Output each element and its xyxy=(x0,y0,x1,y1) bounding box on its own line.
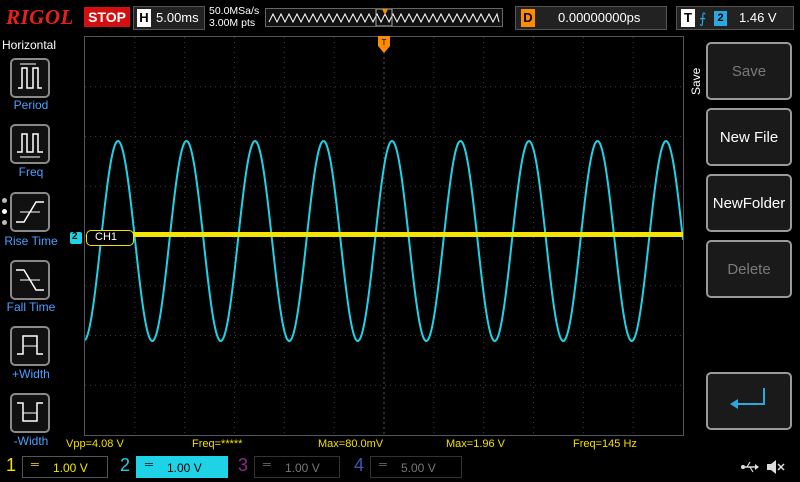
ch3-scale-box[interactable]: ═ 1.00 V xyxy=(254,456,340,478)
page-dot-2 xyxy=(2,209,7,214)
ch3-number[interactable]: 3 xyxy=(238,455,248,476)
negative-width-button[interactable] xyxy=(10,393,50,433)
fall-time-label: Fall Time xyxy=(6,300,56,314)
trigger-position-marker[interactable]: T xyxy=(378,36,390,54)
freq-label: Freq xyxy=(18,165,44,179)
period-button[interactable] xyxy=(10,58,50,98)
period-icon xyxy=(18,63,42,89)
page-dot-1 xyxy=(2,198,7,203)
ch4-number[interactable]: 4 xyxy=(354,455,364,476)
fall-time-icon xyxy=(16,269,44,291)
rise-time-label: Rise Time xyxy=(4,234,58,248)
memory-depth: 3.00M pts xyxy=(209,17,256,29)
mute-icon[interactable] xyxy=(764,457,786,477)
dc-coupling-icon: ═ xyxy=(145,459,153,471)
page-dot-3 xyxy=(2,220,7,225)
meas-freq-ch2: Freq=145 Hz xyxy=(573,438,637,450)
freq-button[interactable] xyxy=(10,124,50,164)
negative-width-label: -Width xyxy=(13,434,49,448)
run-stop-indicator[interactable]: STOP xyxy=(84,7,130,27)
fall-time-button[interactable] xyxy=(10,260,50,300)
ch3-scale: 1.00 V xyxy=(285,461,320,475)
trigger-level: 1.46 V xyxy=(739,10,777,25)
return-button[interactable] xyxy=(706,372,792,430)
trigger-box[interactable]: T ⨍ 2 1.46 V xyxy=(676,6,794,30)
return-arrow-icon xyxy=(730,388,765,409)
usb-icon xyxy=(740,458,760,476)
ch1-number[interactable]: 1 xyxy=(6,455,16,476)
ch2-marker-label: 2 xyxy=(72,231,78,242)
trigger-t-icon: T xyxy=(681,9,695,27)
rigol-logo: RIGOL xyxy=(6,5,74,29)
delay-box[interactable]: D 0.00000000ps xyxy=(515,6,667,30)
dc-coupling-icon: ═ xyxy=(263,459,271,471)
ch1-label-text: CH1 xyxy=(95,231,118,243)
dc-coupling-icon: ═ xyxy=(379,459,387,471)
rise-time-button[interactable] xyxy=(10,192,50,232)
timebase-box[interactable]: H 5.00ms xyxy=(133,6,205,30)
timebase-value: 5.00ms xyxy=(156,10,199,25)
meas-max-ch2: Max=1.96 V xyxy=(446,438,506,450)
ch2-waveform xyxy=(85,139,683,343)
positive-width-button[interactable] xyxy=(10,326,50,366)
save-button[interactable]: Save xyxy=(706,42,792,100)
meas-freq-ch1: Freq=***** xyxy=(192,438,243,450)
new-file-button[interactable]: New File xyxy=(706,108,792,166)
negative-width-icon xyxy=(17,402,43,422)
delete-button[interactable]: Delete xyxy=(706,240,792,298)
sample-rate: 50.0MSa/s xyxy=(209,5,260,17)
ch2-number[interactable]: 2 xyxy=(120,455,130,476)
ch1-waveform xyxy=(133,232,683,237)
ch2-scale-box[interactable]: ═ 1.00 V xyxy=(136,456,228,478)
dc-coupling-icon: ═ xyxy=(31,459,39,471)
ch4-scale-box[interactable]: ═ 5.00 V xyxy=(370,456,462,478)
save-menu-title: Save xyxy=(689,67,703,95)
ch2-offset-marker[interactable]: 2 xyxy=(70,231,82,244)
trigger-source: 2 xyxy=(714,11,727,26)
waveform-display[interactable] xyxy=(84,36,684,436)
positive-width-icon xyxy=(17,335,43,355)
positive-width-label: +Width xyxy=(12,367,50,381)
period-label: Period xyxy=(13,98,49,112)
delay-value: 0.00000000ps xyxy=(558,10,641,25)
meas-max-ch1: Max=80.0mV xyxy=(318,438,384,450)
freq-icon xyxy=(17,133,43,158)
delay-d-icon: D xyxy=(521,9,535,27)
ch4-scale: 5.00 V xyxy=(401,461,436,475)
rise-time-icon xyxy=(16,201,44,223)
acquisition-info: 50.0MSa/s 3.00M pts xyxy=(209,5,259,29)
rising-edge-icon: ⨍ xyxy=(699,10,707,26)
ch2-scale: 1.00 V xyxy=(167,461,202,475)
ch1-scale-box[interactable]: ═ 1.00 V xyxy=(22,456,108,478)
panel-title: Horizontal xyxy=(2,38,57,52)
memory-waveform-overview[interactable] xyxy=(265,8,503,27)
svg-text:T: T xyxy=(382,38,387,47)
timebase-h-icon: H xyxy=(137,9,151,27)
meas-vpp: Vpp=4.08 V xyxy=(66,438,124,450)
new-folder-button[interactable]: NewFolder xyxy=(706,174,792,232)
ch1-scale: 1.00 V xyxy=(53,461,88,475)
ch1-label-tag: CH1 xyxy=(86,230,134,246)
